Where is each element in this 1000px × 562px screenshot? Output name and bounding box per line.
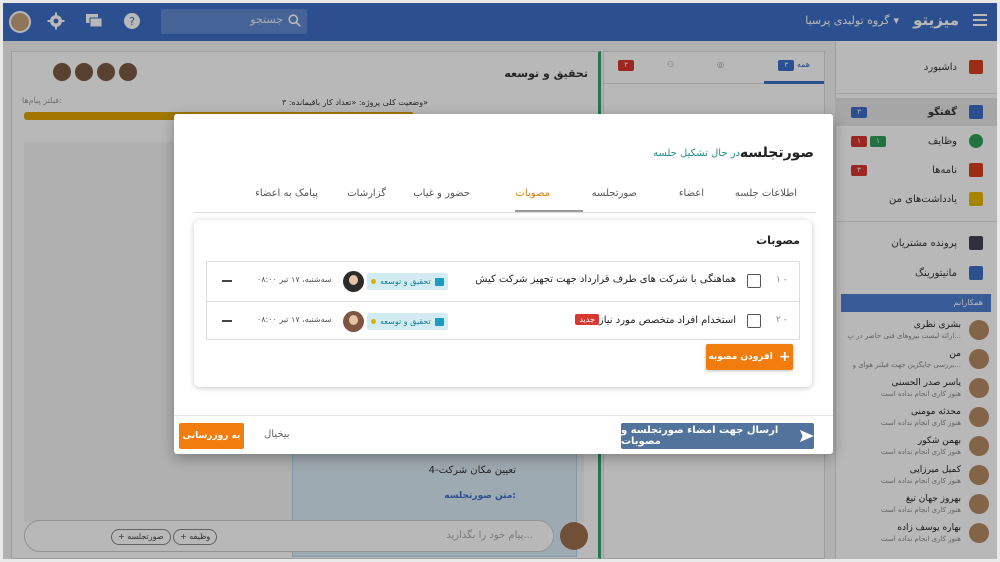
- project-tag[interactable]: تحقیق و توسعه: [367, 313, 448, 330]
- row-index: ۲ -: [776, 315, 787, 325]
- resolutions-card: مصوبات ۱ - هماهنگی با شرکت های طرف قرارد…: [194, 220, 812, 387]
- remove-resolution-icon[interactable]: [222, 320, 232, 322]
- tab-meeting-info[interactable]: اطلاعات جلسه: [735, 188, 797, 199]
- send-for-signature-button[interactable]: ارسال جهت امضاء صورتجلسه و مصوبات: [621, 423, 814, 449]
- resolutions-table: ۱ - هماهنگی با شرکت های طرف قرارداد جهت …: [206, 261, 800, 340]
- update-button[interactable]: به روزرسانی: [179, 423, 244, 449]
- tab-sms-members[interactable]: پیامک به اعضاء: [255, 188, 318, 199]
- active-tab-indicator: [515, 210, 583, 212]
- cancel-button[interactable]: بیخیال: [264, 429, 290, 440]
- button-label: افزودن مصوبه: [708, 352, 773, 362]
- plus-icon: +: [778, 349, 791, 365]
- tab-attendance[interactable]: حضور و غیاب: [413, 188, 470, 199]
- resolution-text: استخدام افراد متخصص مورد نیاز: [598, 315, 736, 326]
- project-tag[interactable]: تحقیق و توسعه: [367, 273, 448, 290]
- button-label: ارسال جهت امضاء صورتجلسه و مصوبات: [621, 425, 779, 447]
- project-icon: [434, 317, 444, 326]
- app-window: میزیتو گروه تولیدی پرسیا ▾ ? داشبورد گفت…: [3, 3, 997, 559]
- project-tag-label: تحقیق و توسعه: [380, 277, 431, 286]
- project-tag-label: تحقیق و توسعه: [380, 317, 431, 326]
- project-icon: [434, 277, 444, 286]
- row-index: ۱ -: [776, 275, 787, 285]
- status-dot-icon: [371, 319, 376, 324]
- modal-title: صورتجلسه: [739, 145, 814, 161]
- tab-reports[interactable]: گزارشات: [347, 188, 386, 199]
- send-icon: [800, 429, 814, 443]
- avatar: [343, 311, 364, 332]
- status-dot-icon: [371, 279, 376, 284]
- add-resolution-button[interactable]: افزودن مصوبه +: [706, 344, 793, 370]
- table-row: ۲ - جدید استخدام افراد متخصص مورد نیاز تح…: [207, 301, 799, 340]
- tab-members[interactable]: اعضاء: [679, 188, 704, 199]
- tab-resolutions[interactable]: مصوبات: [516, 188, 550, 199]
- due-date: سه‌شنبه، ۱۷ تیر ۰۸:۰۰: [257, 315, 332, 324]
- modal-tabs: اطلاعات جلسه اعضاء صورتجلسه مصوبات حضور …: [194, 178, 816, 213]
- remove-resolution-icon[interactable]: [222, 280, 232, 282]
- section-title: مصوبات: [756, 234, 800, 247]
- modal-subtitle: در حال تشکیل جلسه: [653, 148, 740, 159]
- resolution-checkbox[interactable]: [747, 314, 761, 328]
- tab-minutes[interactable]: صورتجلسه: [592, 188, 637, 199]
- new-badge: جدید: [575, 314, 599, 325]
- avatar: [343, 271, 364, 292]
- resolution-checkbox[interactable]: [747, 274, 761, 288]
- resolution-text-wrap: جدید استخدام افراد متخصص مورد نیاز: [569, 314, 736, 326]
- resolution-text: هماهنگی با شرکت های طرف قرارداد جهت تجهی…: [475, 274, 736, 285]
- modal-footer: ارسال جهت امضاء صورتجلسه و مصوبات بیخیال…: [174, 415, 833, 454]
- minutes-modal: صورتجلسه در حال تشکیل جلسه اطلاعات جلسه …: [174, 114, 833, 454]
- table-row: ۱ - هماهنگی با شرکت های طرف قرارداد جهت …: [207, 262, 799, 301]
- due-date: سه‌شنبه، ۱۷ تیر ۰۸:۰۰: [257, 275, 332, 284]
